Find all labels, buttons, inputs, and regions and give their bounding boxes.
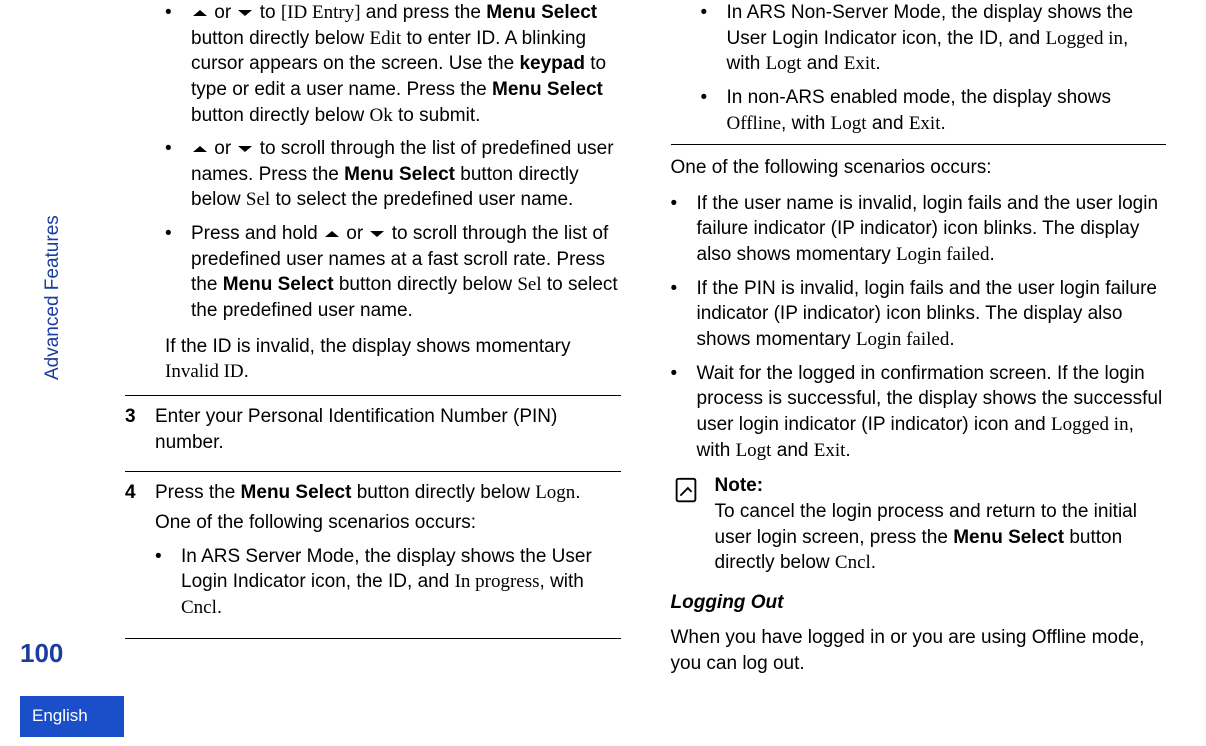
bold-text: Menu Select bbox=[344, 164, 455, 185]
display-text: Offline bbox=[727, 113, 782, 134]
text: button directly below bbox=[351, 482, 535, 503]
bold-text: keypad bbox=[519, 53, 584, 74]
text: In non-ARS enabled mode, the display sho… bbox=[727, 87, 1111, 108]
text: and bbox=[771, 440, 813, 461]
logging-out-body: When you have logged in or you are using… bbox=[671, 625, 1167, 676]
list-item: or to [ID Entry] and press the Menu Sele… bbox=[165, 0, 621, 128]
text: . bbox=[871, 552, 876, 573]
text: . bbox=[940, 113, 945, 134]
language-tab: English bbox=[20, 696, 124, 737]
step2-sublist: or to [ID Entry] and press the Menu Sele… bbox=[125, 0, 621, 324]
text: or bbox=[341, 223, 368, 244]
display-text: In progress bbox=[455, 571, 540, 592]
step4-continue: In ARS Non-Server Mode, the display show… bbox=[671, 0, 1167, 136]
softkey-label: Cncl bbox=[835, 552, 871, 573]
bold-text: Menu Select bbox=[486, 2, 597, 23]
text: Press the bbox=[155, 482, 241, 503]
list-item: In non-ARS enabled mode, the display sho… bbox=[701, 85, 1167, 136]
invalid-id-note: If the ID is invalid, the display shows … bbox=[165, 334, 621, 385]
bold-text: Menu Select bbox=[953, 527, 1064, 548]
softkey-label: Logn bbox=[535, 482, 575, 503]
display-text: Invalid ID bbox=[165, 361, 244, 382]
step-number: 3 bbox=[125, 404, 155, 455]
scenario-list-wrap: If the user name is invalid, login fails… bbox=[671, 191, 1167, 463]
text: Press and hold bbox=[191, 223, 323, 244]
softkey-label: Exit bbox=[909, 113, 941, 134]
scenario-list: If the user name is invalid, login fails… bbox=[671, 191, 1167, 463]
up-arrow-icon bbox=[193, 10, 207, 16]
step-body: Press the Menu Select button directly be… bbox=[155, 480, 621, 628]
softkey-label: Exit bbox=[814, 440, 846, 461]
softkey-label: Cncl bbox=[181, 597, 217, 618]
up-arrow-icon bbox=[325, 231, 339, 237]
text: button directly below bbox=[334, 274, 518, 295]
text: , with bbox=[781, 113, 831, 134]
softkey-label: Logt bbox=[766, 53, 802, 74]
note-icon bbox=[671, 475, 701, 505]
note-body: Note: To cancel the login process and re… bbox=[715, 473, 1167, 576]
display-text: Login failed bbox=[856, 329, 949, 350]
softkey-label: Exit bbox=[844, 53, 876, 74]
step-body: Enter your Personal Identification Numbe… bbox=[155, 404, 621, 455]
step-number: 4 bbox=[125, 480, 155, 628]
softkey-label: Edit bbox=[370, 28, 402, 49]
text: to select the predefined user name. bbox=[270, 189, 573, 210]
down-arrow-icon bbox=[238, 146, 252, 152]
bold-text: Menu Select bbox=[492, 79, 603, 100]
softkey-label: Sel bbox=[517, 274, 541, 295]
display-text: Logged in bbox=[1045, 28, 1123, 49]
text: . bbox=[244, 361, 249, 382]
list-item: Press and hold or to scroll through the … bbox=[165, 221, 621, 324]
text: . bbox=[217, 597, 222, 618]
step4-sublist: In ARS Server Mode, the display shows th… bbox=[155, 544, 621, 621]
softkey-label: Logt bbox=[831, 113, 867, 134]
text: . bbox=[949, 329, 954, 350]
text: or bbox=[209, 138, 236, 159]
scenarios-intro: One of the following scenarios occurs: bbox=[671, 155, 1167, 181]
softkey-label: [ID Entry] bbox=[281, 2, 361, 23]
page-number: 100 bbox=[20, 636, 63, 671]
list-item: If the user name is invalid, login fails… bbox=[671, 191, 1167, 268]
list-item: If the PIN is invalid, login fails and t… bbox=[671, 276, 1167, 353]
text: button directly below bbox=[191, 105, 370, 126]
softkey-label: Logt bbox=[736, 440, 772, 461]
text: or bbox=[209, 2, 236, 23]
bold-text: Menu Select bbox=[241, 482, 352, 503]
down-arrow-icon bbox=[238, 10, 252, 16]
list-item: In ARS Non-Server Mode, the display show… bbox=[701, 0, 1167, 77]
text: and press the bbox=[361, 2, 487, 23]
list-item: or to scroll through the list of predefi… bbox=[165, 136, 621, 213]
text: and bbox=[801, 53, 843, 74]
softkey-label: Ok bbox=[370, 105, 393, 126]
text: One of the following scenarios occurs: bbox=[155, 512, 476, 533]
divider bbox=[671, 144, 1167, 145]
text: to bbox=[254, 2, 280, 23]
text: and bbox=[867, 113, 909, 134]
page-content: or to [ID Entry] and press the Menu Sele… bbox=[125, 0, 1166, 680]
note-title: Note: bbox=[715, 475, 764, 496]
text: . bbox=[989, 244, 994, 265]
note-block: Note: To cancel the login process and re… bbox=[671, 473, 1167, 576]
softkey-label: Sel bbox=[246, 189, 270, 210]
text: . bbox=[875, 53, 880, 74]
section-label: Advanced Features bbox=[40, 215, 66, 380]
up-arrow-icon bbox=[193, 146, 207, 152]
text: If the ID is invalid, the display shows … bbox=[165, 336, 571, 357]
list-item: Wait for the logged in confirmation scre… bbox=[671, 361, 1167, 464]
display-text: Logged in bbox=[1051, 414, 1129, 435]
text: button directly below bbox=[191, 28, 370, 49]
text: . bbox=[845, 440, 850, 461]
list-item: In ARS Server Mode, the display shows th… bbox=[155, 544, 621, 621]
down-arrow-icon bbox=[370, 231, 384, 237]
bold-text: Menu Select bbox=[223, 274, 334, 295]
step-4: 4 Press the Menu Select button directly … bbox=[125, 471, 621, 639]
text: . bbox=[575, 482, 580, 503]
text: to submit. bbox=[393, 105, 481, 126]
text: , with bbox=[540, 571, 584, 592]
logging-out-heading: Logging Out bbox=[671, 590, 1167, 616]
step-3: 3 Enter your Personal Identification Num… bbox=[125, 395, 621, 461]
step4-sublist-cont: In ARS Non-Server Mode, the display show… bbox=[701, 0, 1167, 136]
display-text: Login failed bbox=[896, 244, 989, 265]
